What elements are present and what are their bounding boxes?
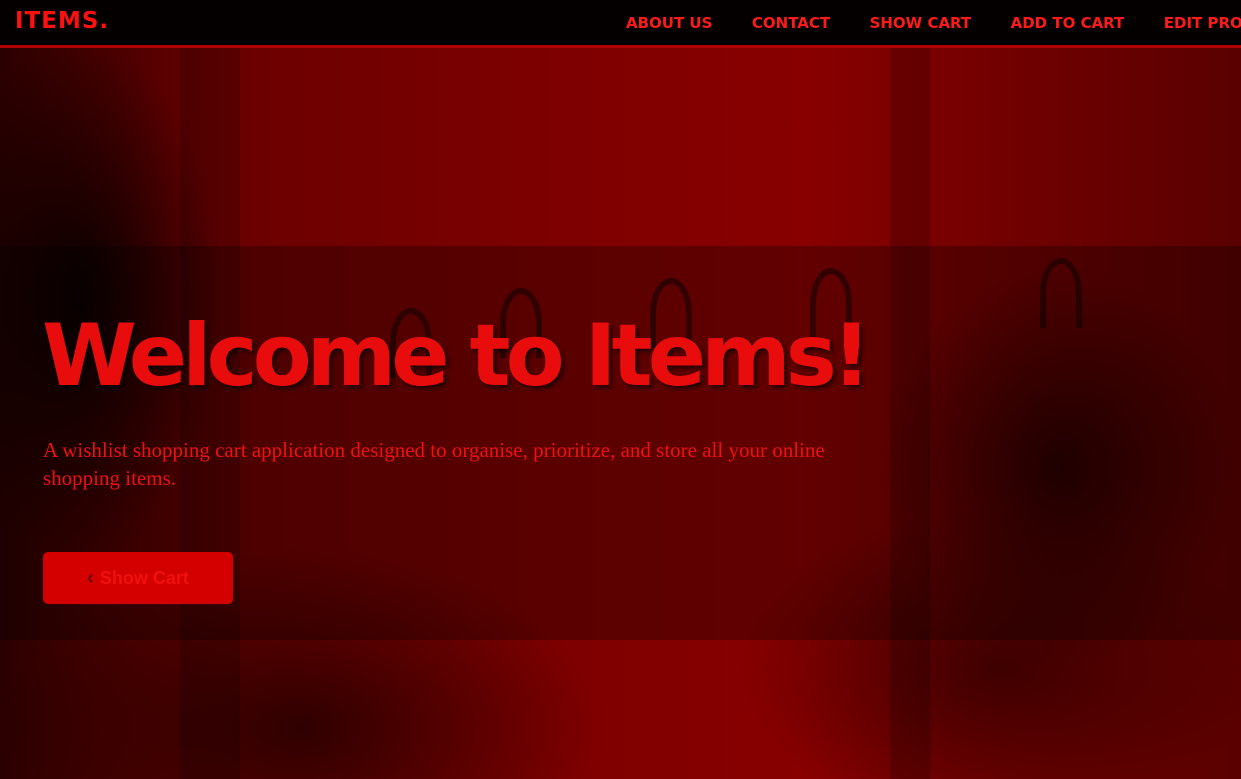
nav-link-edit-profile[interactable]: EDIT PROFILE (1164, 14, 1241, 32)
nav-link-about-us[interactable]: ABOUT US (626, 14, 712, 32)
nav-link-contact[interactable]: CONTACT (752, 14, 830, 32)
nav-link-show-cart[interactable]: SHOW CART (870, 14, 972, 32)
show-cart-button[interactable]: ‹ Show Cart (43, 552, 233, 604)
hero-title: Welcome to Items! (42, 306, 871, 406)
chevron-left-icon: ‹ (87, 567, 94, 589)
show-cart-button-label: Show Cart (99, 567, 189, 588)
hero-subtitle: A wishlist shopping cart application des… (43, 438, 825, 490)
hero-section: Welcome to Items! A wishlist shopping ca… (0, 48, 1241, 779)
nav-link-add-to-cart[interactable]: ADD TO CART (1011, 14, 1125, 32)
nav-links: ABOUT US CONTACT SHOW CART ADD TO CART E… (626, 14, 1241, 33)
brand-logo[interactable]: ITEMS. (15, 8, 109, 34)
top-navbar: ITEMS. ABOUT US CONTACT SHOW CART ADD TO… (0, 0, 1241, 48)
